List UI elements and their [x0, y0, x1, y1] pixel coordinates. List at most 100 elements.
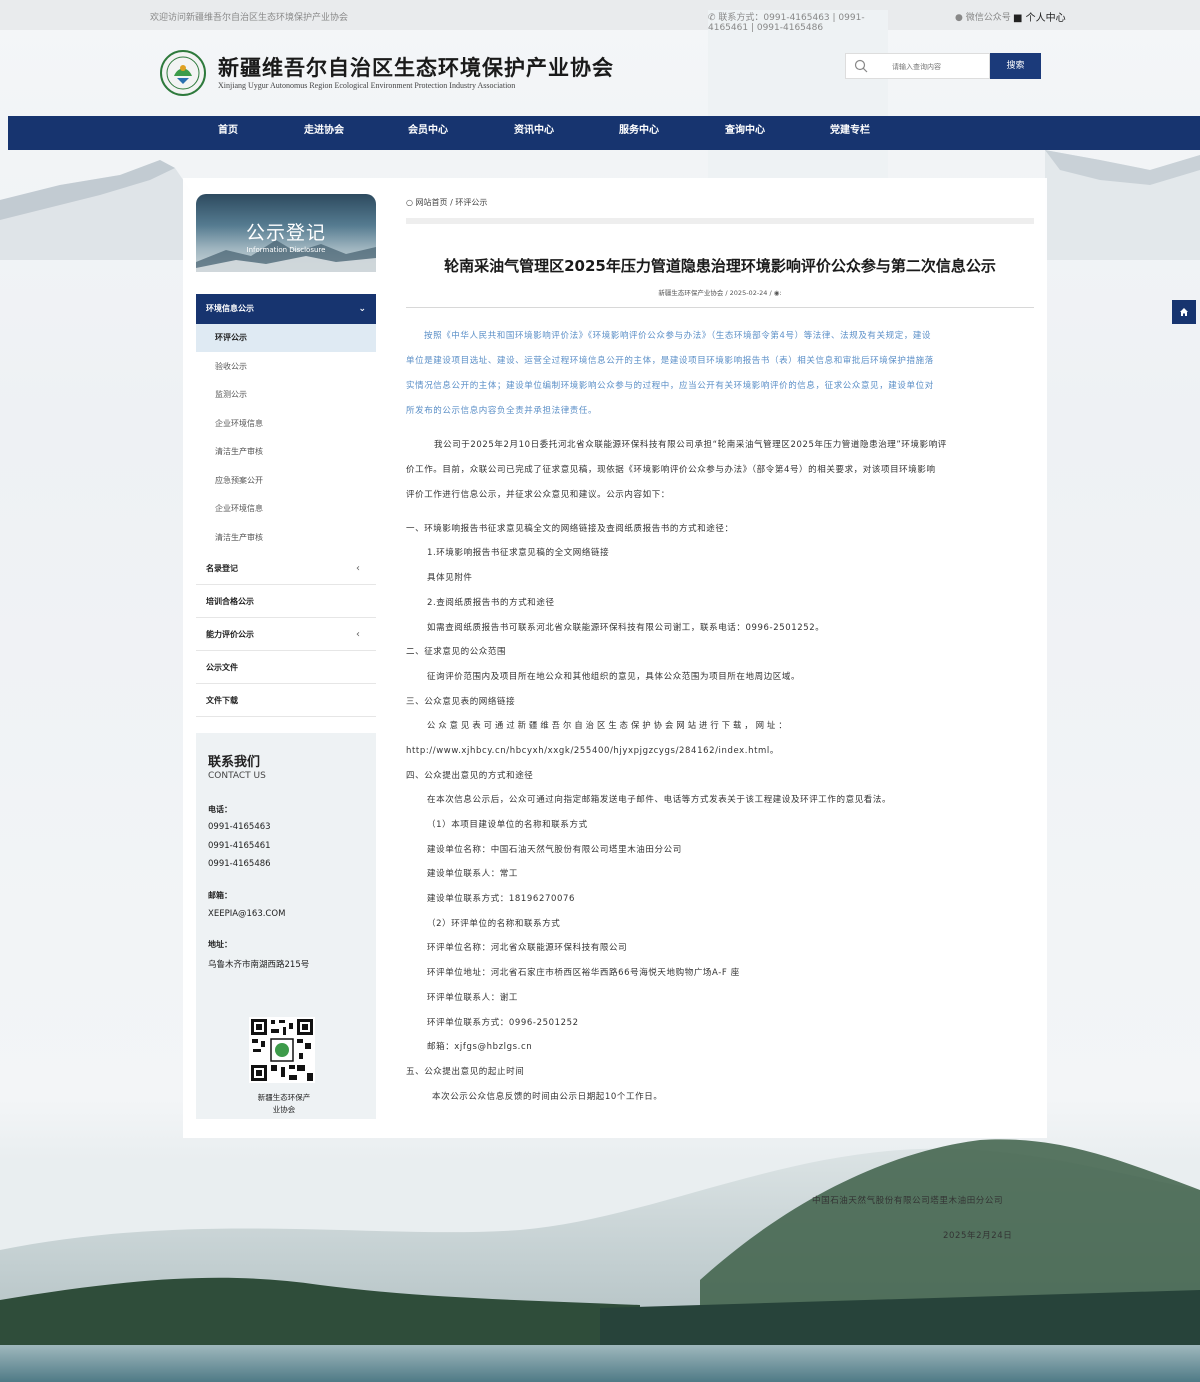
nav-services[interactable]: 服务中心 — [619, 116, 659, 150]
body-line: 环评单位地址：河北省石家庄市桥西区裕华西路66号海悦天地购物广场A-F 座 — [427, 968, 740, 978]
sidebar-item-emergency-plan[interactable]: 应急预案公开 — [196, 467, 376, 495]
phone-icon: ✆ — [708, 13, 716, 23]
main-nav: 首页 走进协会 会员中心 资讯中心 服务中心 查询中心 党建专栏 — [8, 116, 1200, 150]
body-line: 在本次信息公示后，公众可通过向指定邮箱发送电子邮件、电话等方式发表关于该工程建设… — [427, 795, 892, 805]
search-button[interactable]: 搜索 — [990, 53, 1041, 79]
home-icon — [1180, 308, 1188, 316]
intro-line-3: 实情况信息公开的主体；建设单位编制环境影响公众参与的过程中，应当公开有关环境影响… — [406, 381, 934, 391]
user-center-label: 个人中心 — [1025, 13, 1066, 24]
body-line: 2.查阅纸质报告书的方式和途径 — [427, 598, 555, 608]
breadcrumb-current[interactable]: 环评公示 — [455, 198, 487, 207]
email-value: XEEPIA@163.COM — [208, 909, 286, 919]
nav-members[interactable]: 会员中心 — [408, 116, 448, 150]
qr-caption-line-2: 业协会 — [272, 1105, 296, 1114]
user-center-link[interactable]: ■ 个人中心 — [1013, 9, 1066, 24]
address-value: 乌鲁木齐市南湖西路215号 — [208, 960, 310, 970]
breadcrumb: ○ 网站首页 / 环评公示 — [406, 197, 487, 208]
sidebar: 公示登记 Information Disclosure 环境信息公示 ⌄ 环评公… — [196, 194, 376, 717]
floating-home-button[interactable] — [1172, 300, 1196, 324]
body-line: 建设单位名称：中国石油天然气股份有限公司塔里木油田分公司 — [427, 845, 682, 855]
body-line: 环评单位联系方式：0996-2501252 — [427, 1018, 579, 1028]
breadcrumb-separator: / — [450, 198, 453, 207]
nav-news[interactable]: 资讯中心 — [514, 116, 554, 150]
para2-line-2: 价工作。目前，众联公司已完成了征求意见稿，现依据《环境影响评价公众参与办法》（部… — [406, 465, 936, 475]
sidebar-item-eia[interactable]: 环评公示 — [196, 324, 376, 353]
body-line: 如需查阅纸质报告书可联系河北省众联能源环保科技有限公司谢工，联系电话：0996-… — [427, 623, 825, 633]
sidebar-item-acceptance[interactable]: 验收公示 — [196, 353, 376, 381]
nav-query[interactable]: 查询中心 — [725, 116, 765, 150]
section-3-heading: 三、公众意见表的网络链接 — [406, 697, 516, 707]
body-line: 具体见附件 — [427, 573, 473, 583]
nav-home[interactable]: 首页 — [218, 116, 238, 150]
search-icon — [854, 59, 868, 73]
sidebar-cat-capability[interactable]: 能力评价公示 ‹ — [196, 618, 376, 651]
sidebar-item-enterprise-env[interactable]: 企业环境信息 — [196, 410, 376, 438]
signature-date: 2025年2月24日 — [943, 1231, 1013, 1241]
sidebar-cat-downloads[interactable]: 文件下载 — [196, 684, 376, 717]
phone-1: 0991-4165463 — [208, 822, 271, 832]
sidebar-cat-label: 文件下载 — [206, 696, 238, 705]
association-logo[interactable] — [160, 50, 206, 96]
section-1-heading: 一、环境影响报告书征求意见稿全文的网络链接及查阅纸质报告书的方式和途径： — [406, 524, 734, 534]
sidebar-cat-training[interactable]: 培训合格公示 — [196, 585, 376, 618]
body-line: （2）环评单位的名称和联系方式 — [427, 919, 561, 929]
wechat-link[interactable]: ● 微信公众号 — [955, 10, 1011, 23]
address-label: 地址： — [208, 940, 232, 949]
sidebar-cat-label: 能力评价公示 — [206, 630, 254, 639]
body-line: （1）本项目建设单位的名称和联系方式 — [427, 820, 588, 830]
sidebar-cat-label: 培训合格公示 — [206, 597, 254, 606]
para2-line-3: 评价工作进行信息公示，并征求公众意见和建议。公示内容如下： — [406, 490, 670, 500]
body-line: 公 众 意 见 表 可 通 过 新 疆 维 吾 尔 自 治 区 生 态 保 护 … — [427, 720, 787, 730]
qr-code — [249, 1017, 315, 1083]
body-line: 环评单位联系人：谢工 — [427, 993, 519, 1003]
section-4-heading: 四、公众提出意见的方式和途径 — [406, 771, 534, 781]
email-label: 邮箱： — [208, 891, 232, 900]
qr-caption-line-1: 新疆生态环保产 — [257, 1093, 311, 1102]
article-title: 轮南采油气管理区2025年压力管道隐患治理环境影响评价公众参与第二次信息公示 — [444, 257, 996, 275]
contact-box: 联系我们 CONTACT US 电话： 0991-4165463 0991-41… — [196, 733, 376, 1119]
meta-divider — [406, 307, 1034, 308]
sidebar-item-clean-audit[interactable]: 清洁生产审核 — [196, 438, 376, 467]
qr-caption: 新疆生态环保产 业协会 — [236, 1092, 332, 1116]
sidebar-cat-directory[interactable]: 名录登记 ‹ — [196, 552, 376, 585]
article-meta: 新疆生态环保产业协会 / 2025-02-24 / ◉: — [406, 287, 1034, 297]
user-icon: ■ — [1013, 13, 1023, 24]
sidebar-cat-documents[interactable]: 公示文件 — [196, 651, 376, 684]
sidebar-cat-label: 公示文件 — [206, 663, 238, 672]
forest-lake-graphic — [0, 1139, 1200, 1382]
view-count-separator: : — [779, 289, 782, 297]
chevron-down-icon: ⌄ — [358, 304, 366, 314]
body-line: 环评单位名称：河北省众联能源环保科技有限公司 — [427, 943, 628, 953]
intro-line-1: 按照《中华人民共和国环境影响评价法》《环境影响评价公众参与办法》（生态环境部令第… — [424, 331, 932, 341]
intro-line-2: 单位是建设项目选址、建设、运营全过程环境信息公开的主体，是建设项目环境影响报告书… — [406, 356, 934, 366]
para2-line-1: 我公司于2025年2月10日委托河北省众联能源环保科技有限公司承担“轮南采油气管… — [434, 440, 947, 450]
sidebar-section-env-info[interactable]: 环境信息公示 ⌄ — [196, 294, 376, 324]
nav-about[interactable]: 走进协会 — [304, 116, 344, 150]
sidebar-item-monitoring[interactable]: 监测公示 — [196, 381, 376, 410]
phone-2: 0991-4165461 — [208, 841, 271, 851]
sidebar-item-clean-audit-2[interactable]: 清洁生产审核 — [196, 524, 376, 552]
intro-line-4: 所发布的公示信息内容负全责并承担法律责任。 — [406, 406, 598, 416]
breadcrumb-home[interactable]: 网站首页 — [416, 198, 448, 207]
phone-3: 0991-4165486 — [208, 859, 271, 869]
section-5-heading: 五、公众提出意见的起止时间 — [406, 1067, 525, 1077]
welcome-text: 欢迎访问新疆维吾尔自治区生态环境保护产业协会 — [150, 13, 349, 23]
contact-title-en: CONTACT US — [208, 771, 266, 781]
search-input[interactable] — [892, 60, 982, 74]
location-icon: ○ — [406, 198, 413, 207]
banner-title: 公示登记 — [245, 222, 326, 244]
signature-company: 中国石油天然气股份有限公司塔里木油田分公司 — [812, 1196, 1004, 1206]
eia-form-link[interactable]: http://www.xjhbcy.cn/hbcyxh/xxgk/255400/… — [406, 744, 779, 756]
body-line: 1.环境影响报告书征求意见稿的全文网络链接 — [427, 548, 610, 558]
chevron-left-icon: ‹ — [356, 629, 360, 640]
breadcrumb-divider — [406, 218, 1034, 224]
sidebar-banner: 公示登记 Information Disclosure — [196, 194, 376, 272]
sidebar-item-enterprise-env-2[interactable]: 企业环境信息 — [196, 495, 376, 524]
nav-party[interactable]: 党建专栏 — [830, 116, 870, 150]
site-subtitle: Xinjiang Uygur Autonomus Region Ecologic… — [218, 81, 516, 90]
sidebar-menu: 环境信息公示 ⌄ 环评公示 验收公示 监测公示 企业环境信息 清洁生产审核 应急… — [196, 294, 376, 717]
site-title: 新疆维吾尔自治区生态环境保护产业协会 — [218, 55, 614, 80]
wechat-icon: ● — [955, 13, 963, 23]
chevron-left-icon: ‹ — [356, 563, 360, 574]
site-header: 新疆维吾尔自治区生态环境保护产业协会 Xinjiang Uygur Autono… — [0, 30, 1200, 116]
